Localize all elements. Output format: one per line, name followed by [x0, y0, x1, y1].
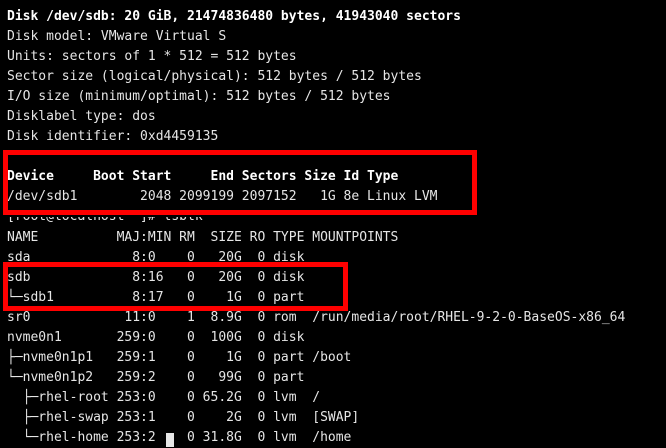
fdisk-identifier: Disk identifier: 0xd4459135: [7, 129, 219, 144]
lsblk-header: NAME MAJ:MIN RM SIZE RO TYPE MOUNTPOINTS: [7, 230, 399, 245]
lsblk-row-rhel-root: ├─rhel-root 253:0 0 65.2G 0 lvm /: [7, 390, 321, 405]
fdisk-disklabel: Disklabel type: dos: [7, 109, 156, 124]
partition-table-header: Device Boot Start End Sectors Size Id Ty…: [7, 169, 399, 184]
fdisk-io-size: I/O size (minimum/optimal): 512 bytes / …: [7, 89, 391, 104]
lsblk-row-sr0: sr0 11:0 1 8.9G 0 rom /run/media/root/RH…: [7, 310, 626, 325]
lsblk-row-sda: sda 8:0 0 20G 0 disk: [7, 250, 305, 265]
partition-table-row: /dev/sdb1 2048 2099199 2097152 1G 8e Lin…: [7, 189, 438, 204]
shell-prompt: [root@localhost ~]# lsblk: [7, 209, 203, 224]
lsblk-row-nvme0n1p1: ├─nvme0n1p1 259:1 0 1G 0 part /boot: [7, 350, 352, 365]
terminal-cursor: [166, 433, 174, 447]
lsblk-row-rhel-swap: ├─rhel-swap 253:1 0 2G 0 lvm [SWAP]: [7, 410, 360, 425]
lsblk-row-sdb: sdb 8:16 0 20G 0 disk: [7, 270, 305, 285]
fdisk-disk-model: Disk model: VMware Virtual S: [7, 29, 227, 44]
fdisk-sector-size: Sector size (logical/physical): 512 byte…: [7, 69, 422, 84]
terminal-window[interactable]: Disk /dev/sdb: 20 GiB, 21474836480 bytes…: [0, 0, 666, 448]
lsblk-row-rhel-home: └─rhel-home 253:2 0 31.8G 0 lvm /home: [7, 430, 352, 445]
lsblk-row-sdb1: └─sdb1 8:17 0 1G 0 part: [7, 290, 305, 305]
lsblk-row-nvme0n1p2: └─nvme0n1p2 259:2 0 99G 0 part: [7, 370, 305, 385]
fdisk-units: Units: sectors of 1 * 512 = 512 bytes: [7, 49, 297, 64]
fdisk-disk-header: Disk /dev/sdb: 20 GiB, 21474836480 bytes…: [7, 9, 461, 24]
lsblk-row-nvme0n1: nvme0n1 259:0 0 100G 0 disk: [7, 330, 305, 345]
